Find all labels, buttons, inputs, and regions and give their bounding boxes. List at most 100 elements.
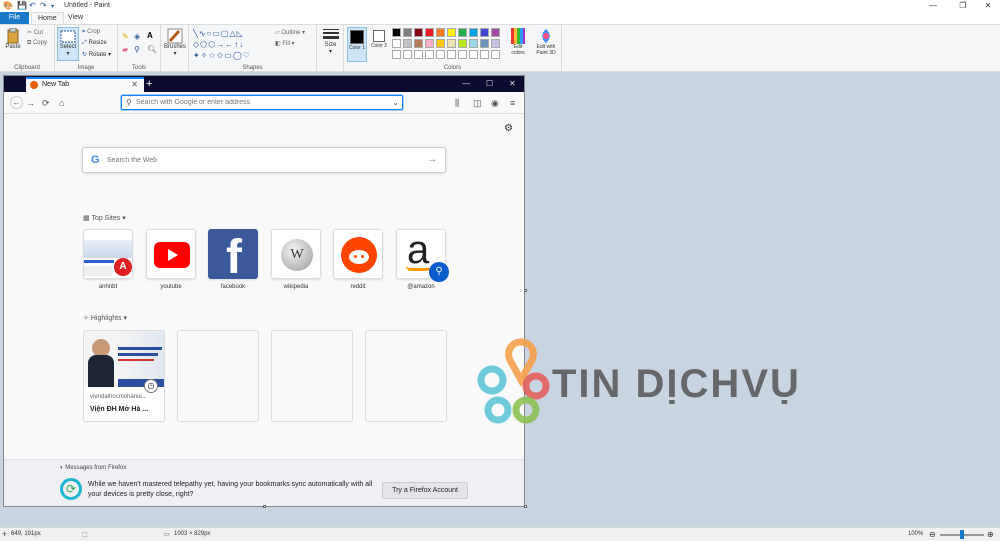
rotate-button[interactable]: ↻ Rotate ▾	[82, 51, 111, 58]
palette-color-swatch[interactable]	[480, 39, 489, 48]
fill-button[interactable]: ◧ Fill ▾	[275, 40, 295, 47]
palette-color-swatch[interactable]	[491, 39, 500, 48]
palette-color-swatch[interactable]	[469, 28, 478, 37]
sidebar-icon[interactable]: ◫	[473, 96, 482, 110]
paint3d-button[interactable]: Edit with Paint 3D	[532, 28, 560, 56]
top-site-facebook[interactable]: f	[208, 229, 258, 279]
forward-icon[interactable]: →	[26, 96, 35, 110]
custom-color-slot[interactable]	[403, 50, 412, 59]
fill-bucket-icon[interactable]: ◈	[134, 33, 140, 41]
palette-color-swatch[interactable]	[447, 28, 456, 37]
palette-color-swatch[interactable]	[458, 28, 467, 37]
resize-handle[interactable]	[524, 505, 527, 508]
url-bar[interactable]: ⚲ ⌄	[121, 95, 403, 110]
resize-handle[interactable]	[263, 505, 266, 508]
highlights-header[interactable]: ✧ Highlights ▾	[83, 314, 127, 322]
palette-color-swatch[interactable]	[403, 28, 412, 37]
edit-colors-button[interactable]: Edit colors	[507, 28, 529, 56]
palette-color-swatch[interactable]	[480, 28, 489, 37]
palette-color-swatch[interactable]	[414, 39, 423, 48]
custom-color-slot[interactable]	[425, 50, 434, 59]
top-site-wikipedia[interactable]: W	[271, 229, 321, 279]
size-button[interactable]: Size ▾	[320, 28, 341, 55]
tab-file[interactable]: File	[0, 12, 29, 24]
palette-color-swatch[interactable]	[392, 39, 401, 48]
top-site-youtube[interactable]	[146, 229, 196, 279]
custom-color-slot[interactable]	[469, 50, 478, 59]
palette-color-swatch[interactable]	[491, 28, 500, 37]
palette-color-swatch[interactable]	[436, 39, 445, 48]
magnifier-icon[interactable]: 🔍︎	[147, 46, 157, 54]
zoom-in-icon[interactable]: ⊕	[987, 530, 994, 539]
ff-close-icon[interactable]: ✕	[509, 76, 516, 92]
resize-button[interactable]: ⤢ Resize	[82, 40, 107, 47]
highlight-card[interactable]: ◷ viendaihocmohanoi... Viện ĐH Mở Hà ...	[83, 330, 165, 422]
outline-button[interactable]: ▱ Outline ▾	[275, 29, 305, 36]
custom-color-slot[interactable]	[458, 50, 467, 59]
new-tab-icon[interactable]: +	[146, 76, 152, 92]
minimize-button[interactable]: —	[920, 0, 946, 12]
home-icon[interactable]: ⌂	[59, 96, 64, 110]
ff-minimize-icon[interactable]: —	[462, 76, 470, 92]
paste-button[interactable]: Paste	[3, 28, 23, 50]
copy-button[interactable]: ⧉ Copy	[27, 40, 47, 47]
try-firefox-account-button[interactable]: Try a Firefox Account	[382, 482, 468, 499]
palette-color-swatch[interactable]	[425, 28, 434, 37]
color2-button[interactable]: Color 2	[369, 27, 389, 62]
color-picker-icon[interactable]: ⚲	[134, 46, 140, 54]
maximize-button[interactable]: ❐	[950, 0, 976, 12]
palette-color-swatch[interactable]	[436, 28, 445, 37]
palette-color-swatch[interactable]	[403, 39, 412, 48]
fill-icon: ◧	[275, 41, 281, 47]
undo-icon[interactable]: ↶	[29, 1, 36, 11]
close-button[interactable]: ✕	[975, 0, 1000, 12]
redo-icon[interactable]: ↷	[40, 1, 47, 11]
palette-color-swatch[interactable]	[425, 39, 434, 48]
custom-color-slot[interactable]	[436, 50, 445, 59]
url-input[interactable]	[122, 96, 372, 109]
cut-button[interactable]: ✂ Cut	[27, 29, 43, 36]
top-sites-header[interactable]: ▦ Top Sites ▾	[83, 214, 126, 222]
palette-color-swatch[interactable]	[458, 39, 467, 48]
custom-color-slot[interactable]	[491, 50, 500, 59]
settings-gear-icon[interactable]: ⚙	[504, 123, 513, 134]
brushes-button[interactable]: Brushes ▾	[163, 28, 187, 57]
ff-maximize-icon[interactable]: ☐	[486, 76, 493, 92]
web-search-box[interactable]: G Search the Web →	[82, 147, 446, 173]
crop-button[interactable]: ⌗ Crop	[82, 29, 100, 36]
url-dropdown-icon[interactable]: ⌄	[392, 96, 399, 109]
shapes-gallery[interactable]: ╲∿○▭▢△◺ ◇⬠⬡→←↑↓ ✦✧☆✩▭◯♡	[193, 28, 271, 62]
resize-handle[interactable]	[524, 289, 527, 292]
pencil-icon[interactable]: ✎	[122, 33, 129, 41]
zoom-slider-thumb[interactable]	[960, 530, 964, 539]
eraser-icon[interactable]: ▰	[122, 46, 128, 54]
select-button[interactable]: Select ▾	[57, 27, 79, 61]
close-tab-icon[interactable]: ✕	[131, 79, 138, 91]
custom-color-slot[interactable]	[414, 50, 423, 59]
palette-color-swatch[interactable]	[469, 39, 478, 48]
palette-color-swatch[interactable]	[414, 28, 423, 37]
palette-color-swatch[interactable]	[392, 28, 401, 37]
text-icon[interactable]: A	[147, 32, 153, 40]
top-site-reddit[interactable]	[333, 229, 383, 279]
search-go-icon[interactable]: →	[427, 154, 437, 165]
custom-color-slot[interactable]	[392, 50, 401, 59]
save-icon[interactable]: 💾	[17, 1, 27, 11]
reload-icon[interactable]: ⟳	[42, 96, 50, 110]
color1-button[interactable]: Color 1	[347, 27, 367, 62]
pasted-browser-image[interactable]: New Tab ✕ + — ☐ ✕ ← → ⟳ ⌂ ⚲ ⌄ ⫼ ◫ ◉ ≡ ⚙ …	[3, 75, 525, 507]
custom-color-slot[interactable]	[480, 50, 489, 59]
tab-view[interactable]: View	[62, 12, 89, 24]
back-icon[interactable]: ←	[10, 96, 23, 109]
palette-color-swatch[interactable]	[447, 39, 456, 48]
zoom-slider[interactable]	[940, 530, 984, 539]
tab-home[interactable]: Home	[31, 12, 64, 24]
menu-icon[interactable]: ≡	[510, 96, 515, 110]
library-icon[interactable]: ⫼	[455, 96, 459, 110]
account-icon[interactable]: ◉	[491, 96, 499, 110]
zoom-out-icon[interactable]: ⊖	[929, 530, 936, 539]
top-site-amazon[interactable]: a ⚲	[396, 228, 449, 282]
custom-color-slot[interactable]	[447, 50, 456, 59]
firefox-tab[interactable]: New Tab ✕	[26, 77, 144, 92]
top-site-anhnbt[interactable]: A	[83, 229, 133, 279]
